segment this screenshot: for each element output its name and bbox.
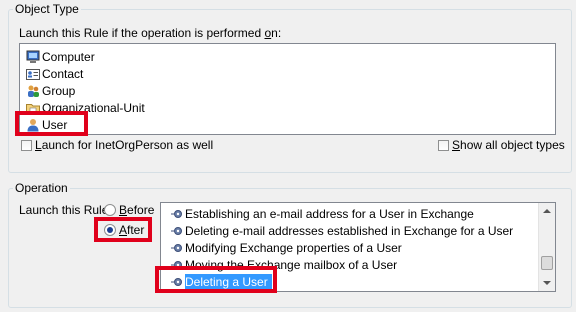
list-item-group[interactable]: Group [26, 83, 75, 99]
computer-icon [26, 50, 40, 64]
inetorgperson-checkbox-box[interactable] [21, 139, 32, 151]
after-highlight-box [94, 217, 152, 242]
user-highlight-box [15, 111, 88, 136]
gear-icon [171, 225, 183, 237]
gear-icon [171, 208, 183, 220]
group-icon [26, 84, 40, 98]
scroll-down-arrow-icon[interactable] [543, 281, 551, 285]
object-type-list[interactable]: Computer Contact Group Organizational-Un… [19, 43, 556, 135]
inetorgperson-label: Launch for InetOrgPerson as well [35, 138, 214, 152]
list-item-operation[interactable]: Modifying Exchange properties of a User [171, 240, 402, 256]
before-radio-button[interactable] [104, 204, 116, 216]
show-all-label: Show all object types [452, 138, 565, 152]
contact-card-icon [26, 67, 40, 81]
operation-legend: Operation [13, 181, 70, 195]
launch-this-rule-label: Launch this Rule [19, 203, 109, 217]
list-item-operation[interactable]: Deleting e-mail addresses established in… [171, 223, 513, 239]
list-item-operation[interactable]: Establishing an e-mail address for a Use… [171, 206, 474, 222]
inetorgperson-checkbox[interactable]: Launch for InetOrgPerson as well [21, 138, 213, 152]
object-type-prompt: Launch this Rule if the operation is per… [19, 26, 282, 40]
deleting-a-user-highlight-box [155, 266, 277, 293]
gear-icon [171, 242, 183, 254]
show-all-object-types-checkbox[interactable]: Show all object types [438, 138, 565, 152]
scroll-thumb[interactable] [541, 256, 553, 270]
list-item-contact[interactable]: Contact [26, 66, 83, 82]
list-item-computer[interactable]: Computer [26, 49, 95, 65]
show-all-checkbox-box[interactable] [438, 139, 449, 151]
before-label: Before [119, 203, 155, 217]
object-type-legend: Object Type [13, 2, 81, 16]
scroll-up-arrow-icon[interactable] [543, 209, 551, 213]
before-radio[interactable]: Before [104, 203, 154, 217]
operation-list-scrollbar[interactable] [538, 203, 555, 291]
